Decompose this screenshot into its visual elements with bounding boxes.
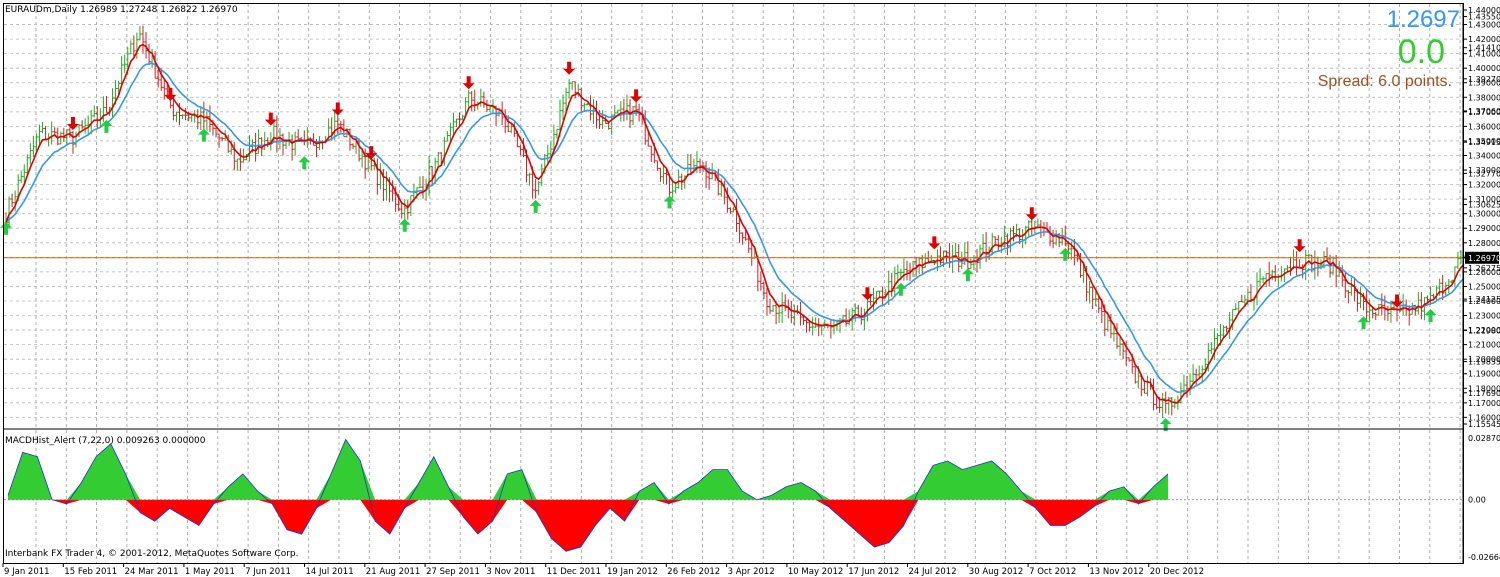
price-tick-label: 1.30625 <box>1468 201 1500 210</box>
time-tick-label: 14 Jul 2011 <box>306 567 354 577</box>
price-tick-label: 1.38000 <box>1468 93 1500 102</box>
price-tick-label: 1.40000 <box>1468 64 1500 73</box>
time-tick-label: 17 Jun 2012 <box>848 567 899 577</box>
macd-tick-label: 0.00 <box>1468 496 1486 505</box>
time-tick-label: 20 Dec 2012 <box>1150 567 1204 577</box>
price-tick-label: 1.37060 <box>1468 107 1500 116</box>
price-tick-label: 1.19835 <box>1468 358 1500 367</box>
time-tick-label: 24 Jul 2012 <box>909 567 957 577</box>
mt4-chart-window[interactable]: 1.440001.435501.430001.420001.414101.410… <box>0 0 1500 577</box>
price-tick-label: 1.30000 <box>1468 210 1500 219</box>
price-tick-label: 1.17690 <box>1468 389 1500 398</box>
spread-display: Spread: 6.0 points. <box>1318 73 1452 90</box>
price-tick-label: 1.34915 <box>1468 138 1500 147</box>
price-tick-label: 1.36000 <box>1468 122 1500 131</box>
indicator-header: MACDHist_Alert (7,22,0) 0.009263 0.00000… <box>5 436 206 446</box>
price-tick-label: 1.32000 <box>1468 181 1500 190</box>
time-tick-label: 21 Aug 2011 <box>366 567 420 577</box>
price-tick-label: 1.24000 <box>1468 297 1500 306</box>
macd-tick-label: 0.028709 <box>1468 434 1500 443</box>
time-tick-label: 13 Nov 2012 <box>1089 567 1143 577</box>
time-tick-label: 9 Jan 2011 <box>4 567 50 577</box>
price-tick-label: 1.34000 <box>1468 151 1500 160</box>
time-tick-label: 7 Oct 2012 <box>1029 567 1076 577</box>
price-tick-label: 1.19000 <box>1468 370 1500 379</box>
price-tick-label: 1.21000 <box>1468 341 1500 350</box>
price-tick-label: 1.41000 <box>1468 50 1500 59</box>
price-tick-label: 1.32770 <box>1468 169 1500 178</box>
time-tick-label: 26 Feb 2012 <box>667 567 720 577</box>
price-tick-label: 1.39000 <box>1468 79 1500 88</box>
price-tick-label: 1.43000 <box>1468 21 1500 30</box>
profit-display: 0.0 <box>1398 33 1445 71</box>
time-tick-label: 30 Aug 2012 <box>969 567 1023 577</box>
price-tick-label: 1.17000 <box>1468 399 1500 408</box>
time-tick-label: 3 Nov 2011 <box>486 567 535 577</box>
time-tick-label: 7 Jun 2011 <box>245 567 291 577</box>
copyright-text: Interbank FX Trader 4, © 2001-2012, Meta… <box>5 549 298 559</box>
time-tick-label: 15 Feb 2011 <box>64 567 117 577</box>
time-tick-label: 24 Mar 2011 <box>125 567 179 577</box>
price-tick-label: 1.26000 <box>1468 268 1500 277</box>
price-tick-label: 1.26970 <box>1468 254 1500 263</box>
price-tick-label: 1.25000 <box>1468 282 1500 291</box>
symbol-header: EURAUDm,Daily 1.26989 1.27248 1.26822 1.… <box>5 5 238 15</box>
time-tick-label: 11 Dec 2011 <box>547 567 601 577</box>
price-tick-label: 1.22000 <box>1468 326 1500 335</box>
time-tick-label: 1 May 2011 <box>185 567 235 577</box>
time-tick-label: 3 Apr 2012 <box>728 567 775 577</box>
price-tick-label: 1.29000 <box>1468 224 1500 233</box>
price-tick-label: 1.28000 <box>1468 239 1500 248</box>
current-price-display: 1.2697 <box>1387 6 1460 33</box>
time-tick-label: 10 May 2012 <box>788 567 843 577</box>
macd-tick-label: -0.026640 <box>1468 553 1500 562</box>
price-tick-label: 1.23000 <box>1468 312 1500 321</box>
price-tick-label: 1.15545 <box>1468 420 1500 429</box>
time-tick-label: 27 Sep 2011 <box>426 567 480 577</box>
time-tick-label: 19 Jan 2012 <box>607 567 658 577</box>
